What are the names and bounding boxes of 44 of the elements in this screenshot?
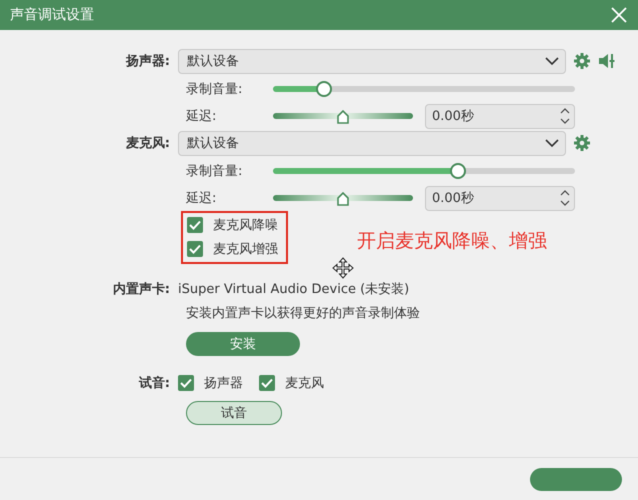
chevron-down-icon xyxy=(545,56,559,66)
device-dropdown[interactable]: 默认设备 xyxy=(178,48,566,74)
test-button[interactable]: 试音 xyxy=(186,401,282,425)
volume-slider[interactable] xyxy=(273,81,575,97)
delay-spinbox[interactable]: 0.00秒 xyxy=(425,104,575,128)
move-cursor-icon xyxy=(332,257,354,279)
field-label: 麦克风: xyxy=(124,135,171,152)
install-button[interactable]: 安装 xyxy=(186,332,300,356)
checkbox-label: 麦克风增强 xyxy=(213,241,278,258)
dropdown-value: 默认设备 xyxy=(187,135,239,152)
delay-slider[interactable] xyxy=(273,108,413,124)
delay-slider[interactable] xyxy=(273,190,413,206)
annotation-text: 开启麦克风降噪、增强 xyxy=(357,229,547,254)
speaker-icon[interactable] xyxy=(598,52,616,70)
checkbox-label: 麦克风 xyxy=(285,375,324,392)
slider-label: 录制音量: xyxy=(186,163,244,180)
checkbox[interactable] xyxy=(259,375,275,391)
close-icon[interactable] xyxy=(610,6,628,24)
spinbox-value: 0.00秒 xyxy=(432,108,474,125)
checkbox[interactable] xyxy=(187,241,203,257)
primary-button[interactable] xyxy=(530,468,622,490)
window-title: 声音调试设置 xyxy=(10,6,94,24)
slider-thumb[interactable] xyxy=(337,192,349,206)
field-label: 试音: xyxy=(138,374,171,392)
slider-label: 延迟: xyxy=(186,190,218,207)
hint-text: 安装内置声卡以获得更好的声音录制体验 xyxy=(185,305,421,322)
slider-label: 录制音量: xyxy=(186,81,244,98)
checkbox-label: 麦克风降噪 xyxy=(213,217,278,234)
slider-thumb[interactable] xyxy=(337,110,349,124)
device-dropdown[interactable]: 默认设备 xyxy=(178,130,566,156)
dropdown-value: 默认设备 xyxy=(187,53,239,70)
slider-label: 延迟: xyxy=(186,108,218,125)
spin-arrows-icon xyxy=(560,107,570,125)
checkbox-label: 扬声器 xyxy=(204,375,243,392)
checkbox[interactable] xyxy=(178,375,194,391)
field-label: 扬声器: xyxy=(124,53,171,70)
volume-slider[interactable] xyxy=(273,163,575,179)
device-name: iSuper Virtual Audio Device (未安装) xyxy=(178,281,410,298)
delay-spinbox[interactable]: 0.00秒 xyxy=(425,186,575,210)
field-label: 内置声卡: xyxy=(112,281,171,298)
chevron-down-icon xyxy=(545,138,559,148)
spinbox-value: 0.00秒 xyxy=(432,190,474,207)
spin-arrows-icon xyxy=(560,189,570,207)
checkbox[interactable] xyxy=(187,217,203,233)
